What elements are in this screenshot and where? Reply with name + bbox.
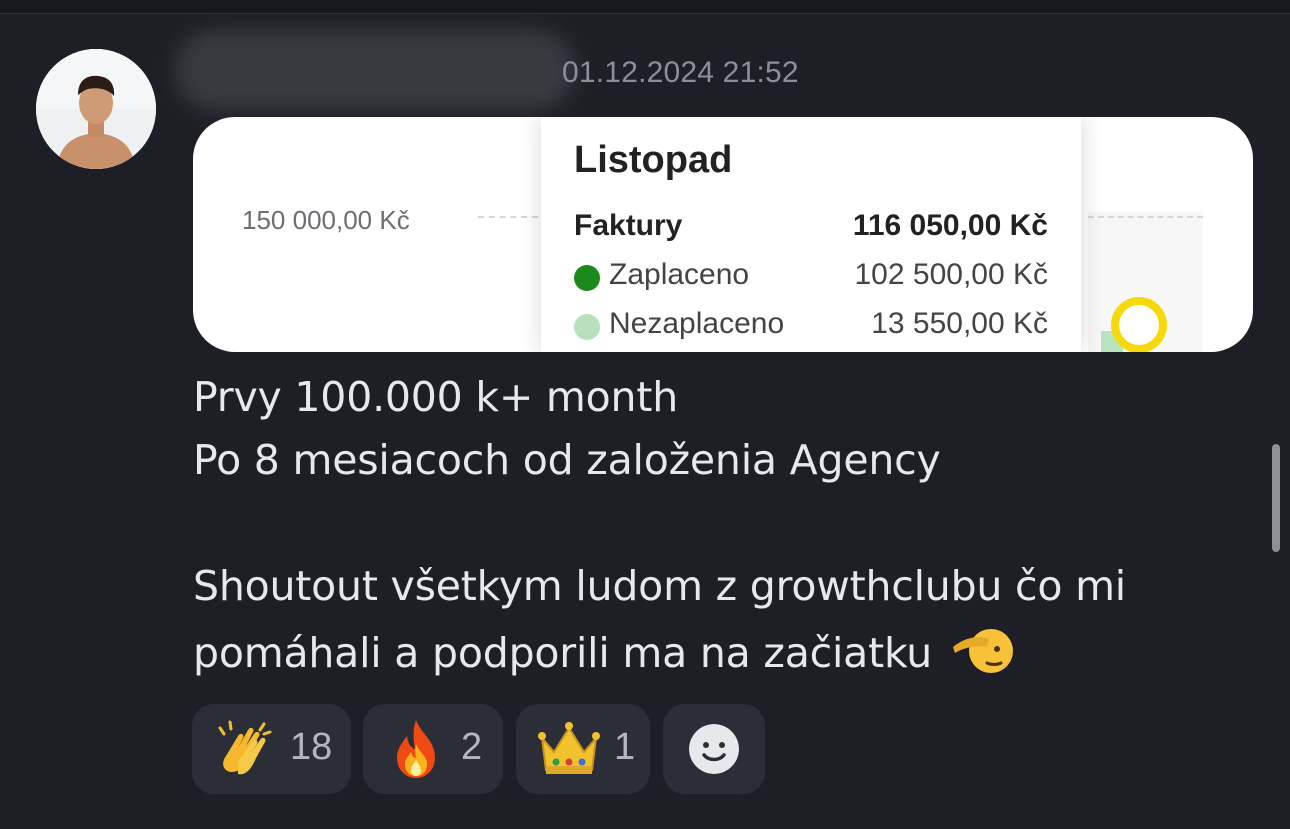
crown-icon <box>538 722 600 774</box>
message-text-line: Po 8 mesiacoch od založenia Agency <box>193 436 941 484</box>
add-reaction-button[interactable] <box>663 704 765 794</box>
message-text-line: Shoutout všetkym ludom z growthclubu čo … <box>193 562 1126 610</box>
tooltip-value: 13 550,00 Kč <box>871 307 1048 340</box>
gridline-left <box>478 216 538 218</box>
username-redacted <box>175 30 575 110</box>
clapping-hands-icon <box>218 720 272 775</box>
image-attachment[interactable]: 150 000,00 Kč Listopad Faktury 116 050,0… <box>193 117 1253 352</box>
reaction-count: 1 <box>614 726 636 768</box>
tooltip-label: Zaplaceno <box>609 258 750 291</box>
saluting-face-emoji-icon <box>952 629 1013 673</box>
user-avatar[interactable] <box>36 49 156 169</box>
tooltip-row-unpaid: Nezaplaceno 13 550,00 Kč <box>574 307 1048 347</box>
chart-tooltip: Listopad Faktury 116 050,00 Kč Zaplaceno… <box>541 117 1081 352</box>
chart-point-marker <box>1111 297 1167 352</box>
scrollbar-thumb[interactable] <box>1272 444 1280 552</box>
tooltip-row-total: Faktury 116 050,00 Kč <box>574 209 1048 249</box>
message-text-line: Prvy 100.000 k+ month <box>193 373 678 421</box>
tooltip-value: 116 050,00 Kč <box>852 209 1048 242</box>
tooltip-row-paid: Zaplaceno 102 500,00 Kč <box>574 258 1048 298</box>
tooltip-label: Nezaplaceno <box>609 307 785 340</box>
person-avatar-icon <box>36 49 156 169</box>
legend-dot-paid <box>574 265 600 291</box>
smiley-face-icon <box>689 724 739 774</box>
reaction-clapping-hands[interactable]: 18 <box>192 704 351 794</box>
message-text: pomáhali a podporili ma na začiatku <box>193 629 933 677</box>
legend-dot-unpaid <box>574 314 600 340</box>
message-text-line-with-emoji: pomáhali a podporili ma na začiatku <box>193 625 1013 677</box>
message-timestamp: 01.12.2024 21:52 <box>562 56 799 89</box>
reaction-fire[interactable]: 2 <box>363 704 503 794</box>
chart-axis-label: 150 000,00 Kč <box>242 205 410 235</box>
fire-icon <box>397 720 435 778</box>
top-divider <box>0 0 1290 14</box>
gridline-right <box>1088 216 1203 218</box>
reaction-crown[interactable]: 1 <box>516 704 650 794</box>
tooltip-title: Listopad <box>574 139 733 181</box>
reaction-count: 2 <box>461 726 483 768</box>
reaction-count: 18 <box>290 726 333 768</box>
tooltip-value: 102 500,00 Kč <box>854 258 1049 291</box>
tooltip-label: Faktury <box>574 209 683 242</box>
